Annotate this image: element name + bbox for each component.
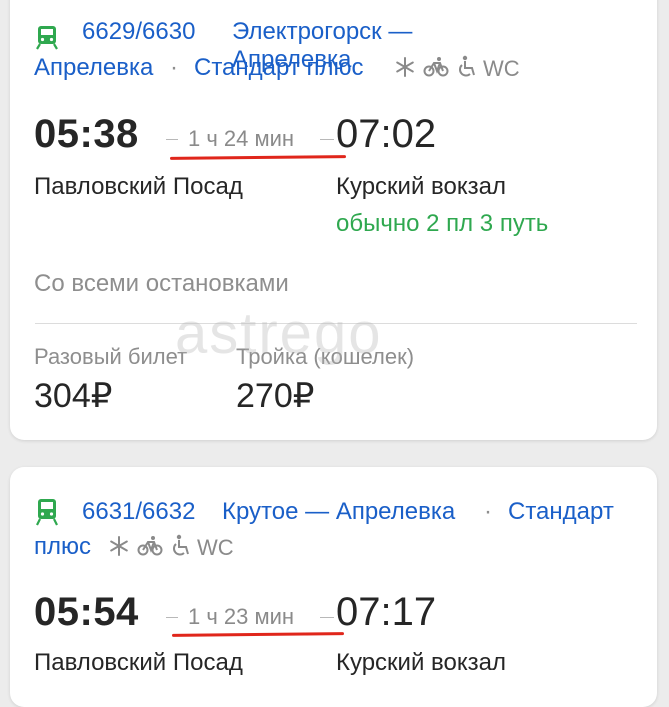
duration-dash-left: [166, 617, 178, 618]
wc-label: WC: [197, 535, 234, 560]
duration: 1 ч 24 мин: [188, 126, 295, 151]
watermark: astrego: [175, 301, 383, 366]
train-icon: [34, 24, 60, 50]
arrival-time: 07:02: [336, 112, 437, 156]
fare-label-single: Разовый билет: [34, 344, 188, 369]
snowflake-icon: [394, 56, 416, 78]
train-number-link[interactable]: 6631/6632: [82, 498, 195, 526]
wheelchair-icon: [170, 534, 192, 558]
wc-label: WC: [483, 56, 520, 81]
route-link[interactable]: Крутое — Апрелевка: [222, 498, 455, 526]
departure-station: Павловский Посад: [34, 649, 243, 676]
train-card-6629[interactable]: 6629/6630 Электрогорск — Апрелевка Апрел…: [10, 0, 657, 440]
duration: 1 ч 23 мин: [188, 604, 295, 629]
wheelchair-icon: [456, 55, 478, 79]
duration-dash-left: [166, 139, 178, 140]
train-number-link[interactable]: 6629/6630: [82, 18, 195, 46]
arrival-station: Курский вокзал: [336, 649, 506, 676]
departure-time: 05:38: [34, 112, 139, 156]
platform-info: обычно 2 пл 3 путь: [336, 210, 549, 237]
train-card-6631[interactable]: 6631/6632 Крутое — Апрелевка · Стандарт …: [10, 467, 657, 707]
category-link[interactable]: Стандарт плюс: [194, 54, 364, 82]
route-link-continued[interactable]: Апрелевка: [34, 54, 153, 82]
separator-dot: ·: [484, 498, 492, 525]
stops-info: Со всеми остановками: [34, 270, 289, 297]
bicycle-icon: [423, 56, 449, 78]
category-link-continued[interactable]: плюс: [34, 533, 91, 561]
category-link[interactable]: Стандарт: [508, 498, 614, 526]
departure-time: 05:54: [34, 590, 139, 634]
separator-dot: ·: [170, 54, 178, 81]
bicycle-icon: [137, 535, 163, 557]
arrival-station: Курский вокзал: [336, 173, 506, 200]
departure-station: Павловский Посад: [34, 173, 243, 200]
duration-dash-right: [320, 617, 334, 618]
duration-underline-annotation: [169, 155, 347, 160]
duration-underline-annotation: [171, 632, 345, 637]
snowflake-icon: [108, 535, 130, 557]
fare-price-single: 304₽: [34, 377, 113, 415]
train-icon: [34, 497, 60, 527]
duration-dash-right: [320, 139, 334, 140]
fare-price-troika: 270₽: [236, 377, 315, 415]
arrival-time: 07:17: [336, 590, 437, 634]
